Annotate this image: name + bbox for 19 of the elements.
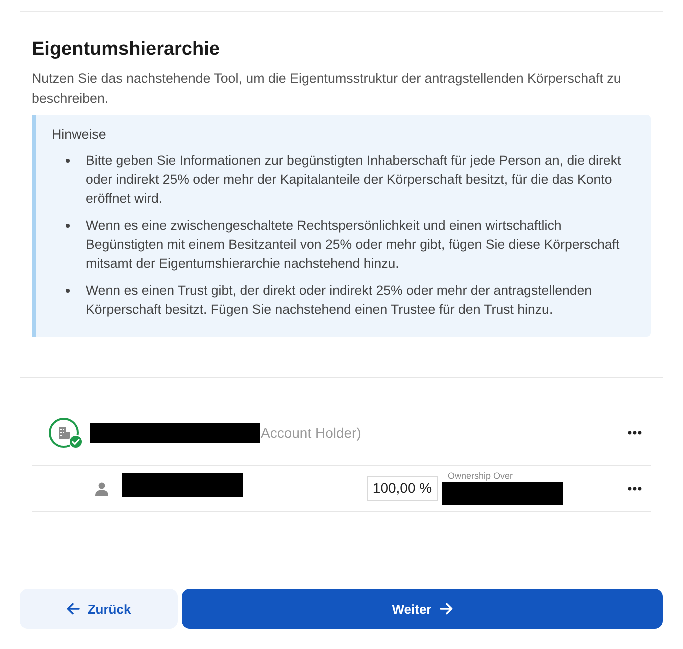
section-description: Nutzen Sie das nachstehende Tool, um die Eigentumsstruktur der antragstellenden Körperschaft zu beschreiben. [32,70,622,108]
owner-name: Account Holder) [261,424,362,442]
section-title: Eigentumshierarchie [32,38,221,62]
bullet-icon [66,289,70,293]
more-options-icon[interactable] [628,486,642,490]
back-button[interactable]: Zurück [20,589,178,629]
ownership-label: Ownership Over [448,472,514,481]
more-options-icon[interactable] [628,431,642,435]
person-icon [95,482,109,496]
ownership-input[interactable]: 100,00 % [367,476,438,500]
bullet-icon [66,224,70,228]
next-button[interactable]: Weiter [182,589,663,629]
bullet-icon [66,159,70,163]
note-text: Bitte geben Sie Informationen zur begünstigten Inhaberschaft für jede Person an, die direkt oder indirekt 25% oder mehr der Kapitalanteile der Körperschaft besitzt, für die das Konto eröffnet wird. [86,152,622,208]
arrow-left-icon [66,603,80,615]
note-text: Wenn es einen Trust gibt, der direkt oder indirekt 25% oder mehr der antragstellenden Körperschaft besitzt. Fügen Sie nachstehend einen Trustee für den Trust hinzu. [86,282,594,319]
notes-title: Hinweise [52,126,108,144]
arrow-right-icon [440,603,453,615]
note-text: Wenn es eine zwischengeschaltete Rechtspersönlichkeit und einen wirtschaftlich Begünstigten mit einem Besitzanteil von 25% oder mehr gibt, fügen Sie diese Körperschaft mitsamt der Eigentumshierarchie nachstehend hinzu. [86,217,621,273]
